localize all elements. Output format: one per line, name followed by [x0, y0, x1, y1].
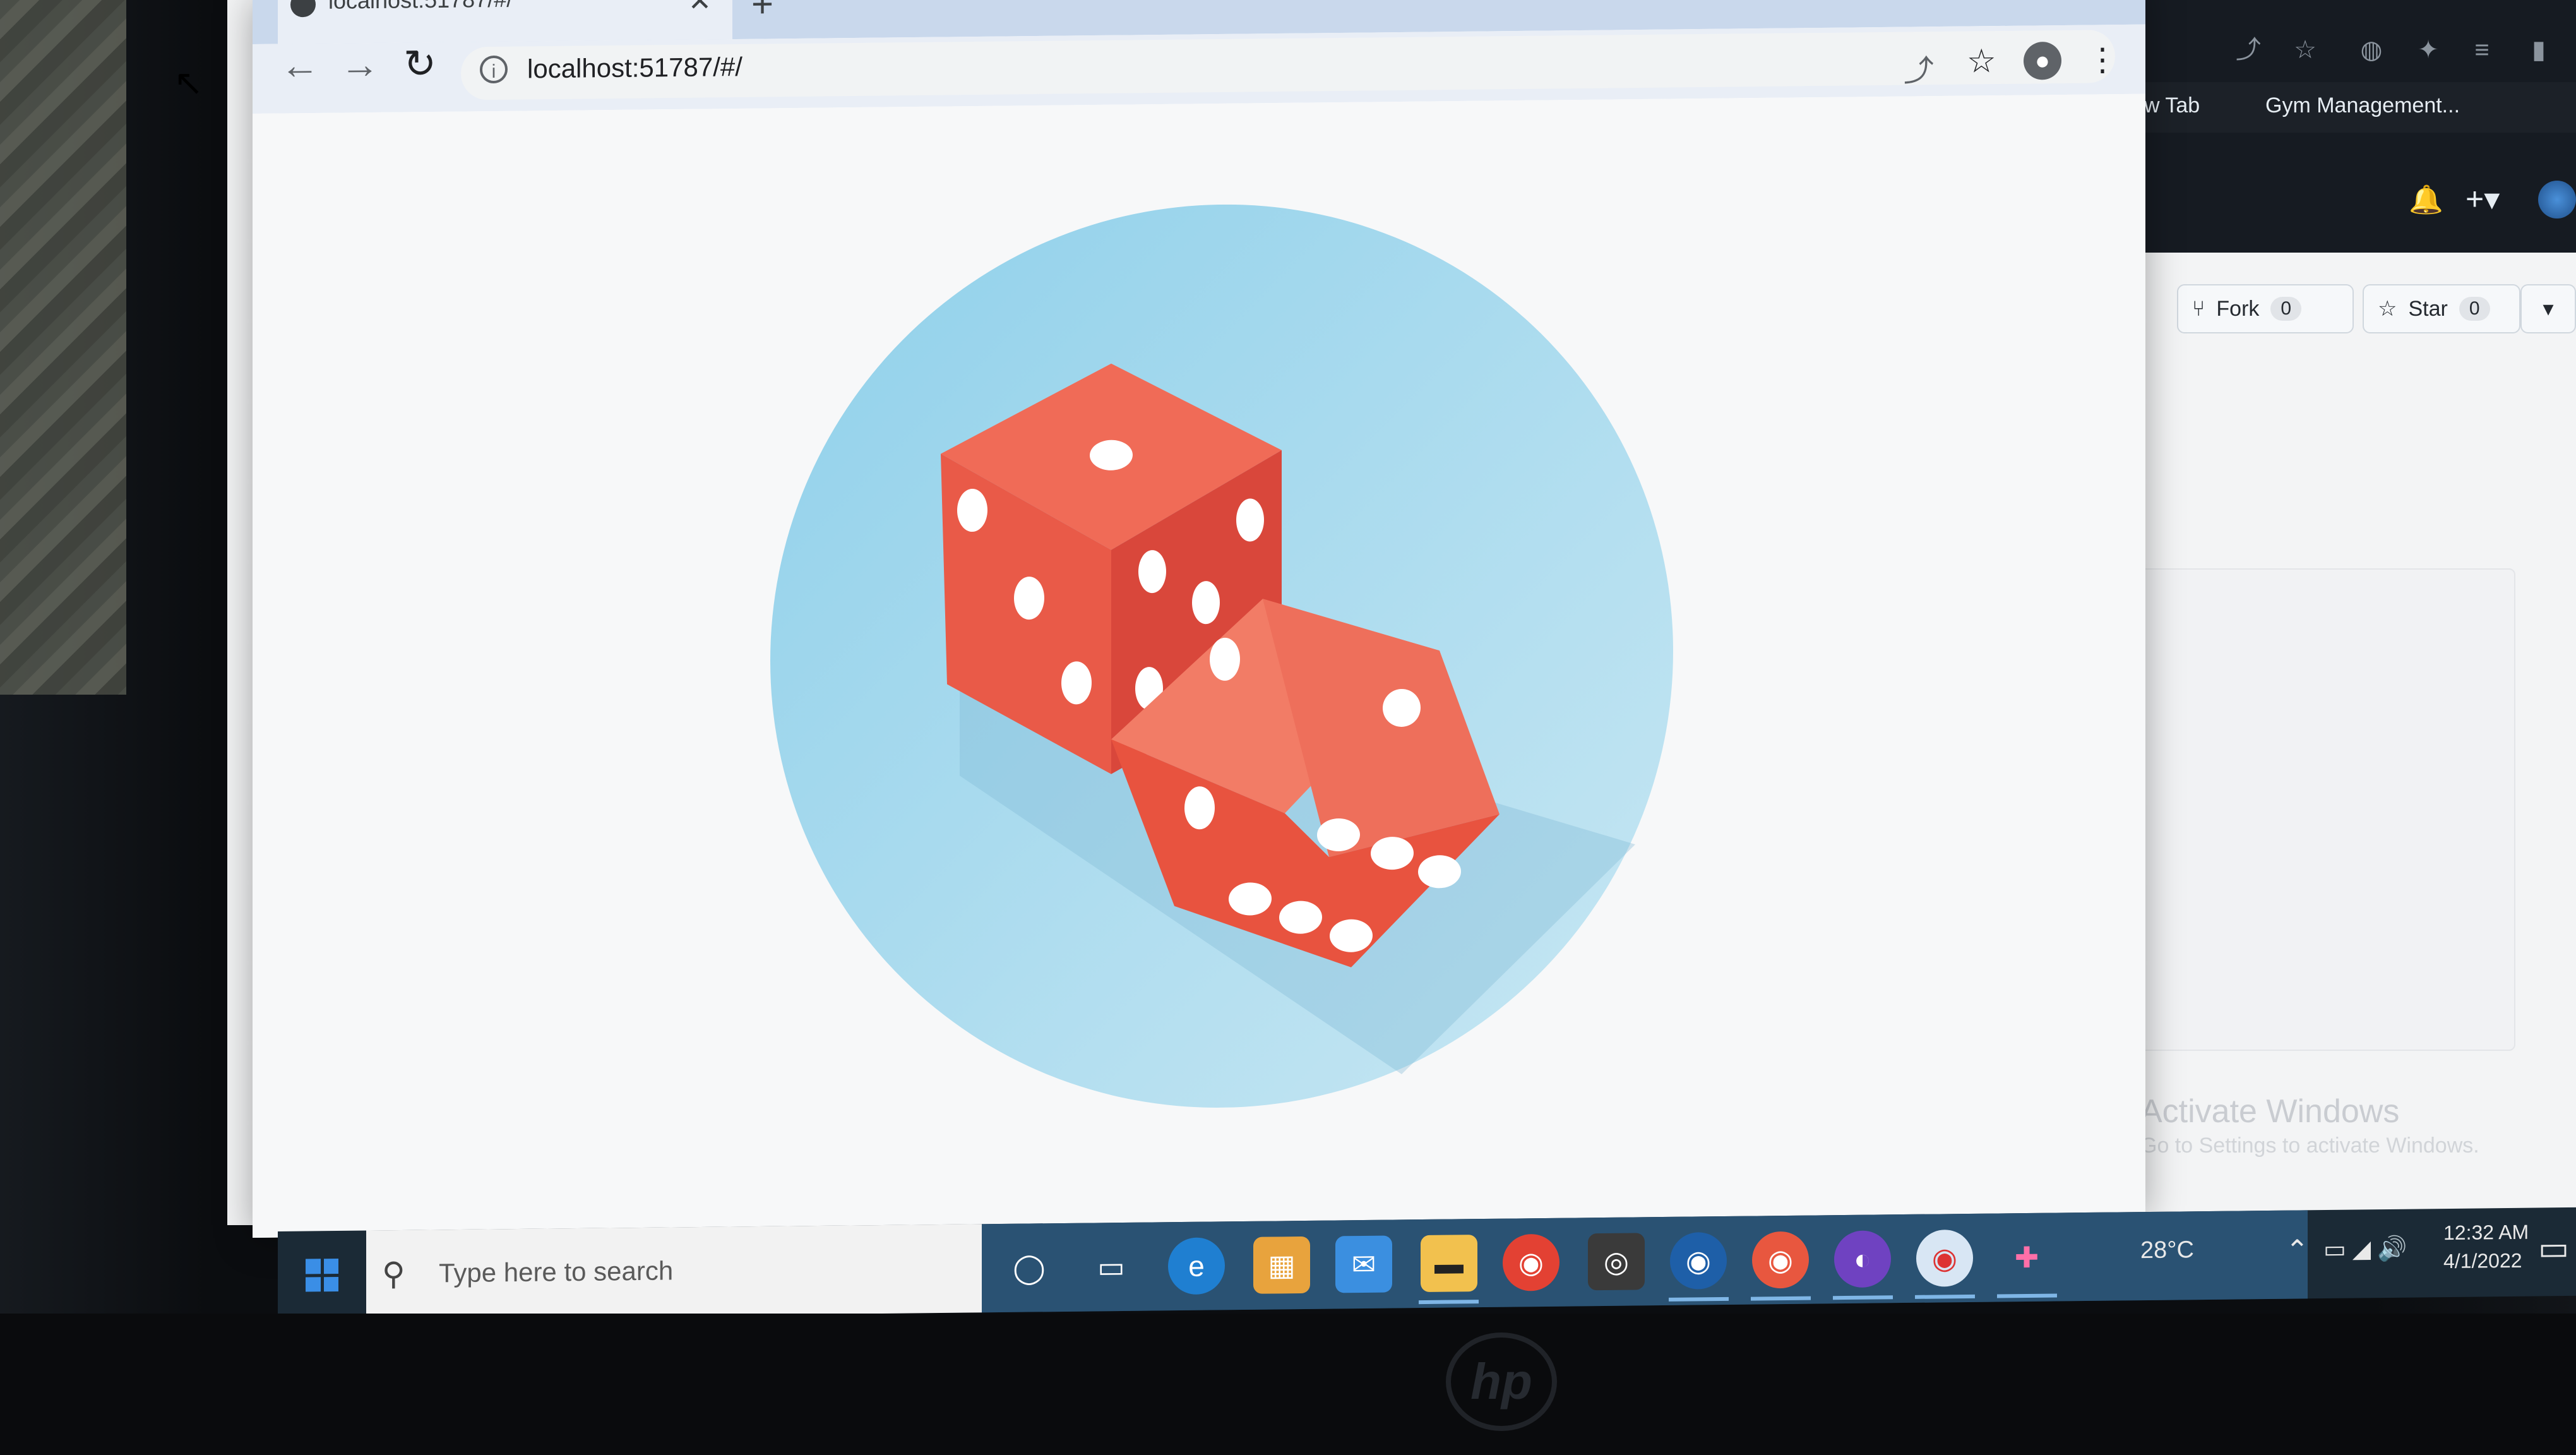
bell-icon[interactable]: 🔔: [2409, 183, 2443, 215]
star-outline-icon: ☆: [2378, 297, 2397, 321]
reload-icon[interactable]: ↻: [398, 42, 442, 87]
url-text[interactable]: localhost:51787/#/: [527, 52, 742, 85]
active-app-indicator: [1833, 1295, 1893, 1300]
weather-temperature[interactable]: 28°C: [2140, 1236, 2194, 1264]
search-icon: ⚲: [382, 1255, 405, 1292]
active-app-indicator: [1419, 1300, 1479, 1305]
die-pip: [1236, 498, 1264, 542]
fork-button[interactable]: ⑂ Fork 0: [2177, 284, 2354, 333]
start-button[interactable]: [278, 1231, 366, 1320]
bookmark-gym-management[interactable]: Gym Management...: [2265, 93, 2460, 118]
star-count: 0: [2459, 297, 2490, 321]
fork-label: Fork: [2216, 296, 2260, 321]
extensions-icon[interactable]: ✦: [2415, 37, 2442, 63]
die-pip: [1138, 550, 1166, 594]
browser-window: localhost:51787/#/ ✕ + ✕ ← → ↻ i localho…: [253, 0, 2145, 1238]
background-fabric: [0, 0, 126, 695]
bookmark-star-icon[interactable]: ☆: [1967, 42, 1996, 80]
reading-list-icon[interactable]: ≡: [2469, 37, 2495, 63]
star-icon[interactable]: ☆: [2292, 37, 2318, 63]
browser-menu-icon[interactable]: ⋮: [2087, 41, 2118, 78]
active-app-indicator: [1751, 1296, 1811, 1301]
taskbar-apps-area: ◯ ▭ e ▦ ✉ ▬ ◉ ◎ ◉ ◉ ◐ ◉ ✚: [982, 1210, 2308, 1313]
file-explorer-icon[interactable]: ▬: [1421, 1235, 1477, 1293]
search-placeholder[interactable]: Type here to search: [439, 1255, 673, 1288]
die-pip: [1061, 661, 1092, 705]
store-icon[interactable]: ▦: [1253, 1236, 1310, 1294]
mouse-cursor-icon: ↖: [174, 63, 203, 102]
notification-icon[interactable]: ▭: [2538, 1230, 2569, 1268]
tab-title[interactable]: localhost:51787/#/: [328, 0, 513, 15]
active-app-indicator: [1669, 1296, 1729, 1302]
share-page-icon[interactable]: ⤴: [1904, 45, 1934, 90]
globe-icon[interactable]: ◍: [2358, 37, 2385, 63]
cortana-icon[interactable]: ◯: [1001, 1239, 1058, 1296]
app-icon[interactable]: ◉: [1670, 1231, 1727, 1290]
clock-date[interactable]: 4/1/2022: [2443, 1249, 2522, 1273]
repository-panel: [2128, 568, 2515, 1051]
hp-logo: hp: [1446, 1332, 1557, 1431]
site-info-icon[interactable]: i: [480, 55, 508, 84]
star-dropdown-button[interactable]: ▾: [2520, 284, 2576, 333]
edge-icon[interactable]: e: [1168, 1237, 1225, 1295]
mail-icon[interactable]: ✉: [1335, 1235, 1392, 1293]
dice-illustration: [770, 204, 1673, 1108]
windows-icon: [306, 1258, 338, 1292]
bookmark-new-tab[interactable]: w Tab: [2144, 93, 2200, 118]
active-app-indicator: [1915, 1294, 1975, 1299]
new-tab-button[interactable]: +: [751, 0, 773, 26]
task-view-icon[interactable]: ▭: [1083, 1238, 1140, 1296]
avatar[interactable]: [2538, 181, 2576, 219]
create-new-menu[interactable]: +▾: [2466, 181, 2500, 217]
activate-windows-watermark: Activate Windows: [2140, 1093, 2400, 1130]
chrome-icon[interactable]: ◉: [1916, 1229, 1973, 1287]
star-button[interactable]: ☆ Star 0: [2363, 284, 2520, 333]
die-pip: [1014, 577, 1044, 620]
die-pip: [1192, 581, 1220, 625]
fork-count: 0: [2270, 297, 2302, 321]
page-viewport: [253, 93, 2145, 1238]
die-pip: [1210, 637, 1240, 681]
github-desktop-icon[interactable]: ◐: [1834, 1230, 1891, 1288]
die-pip: [1184, 786, 1215, 830]
activate-windows-subtitle: Go to Settings to activate Windows.: [2140, 1134, 2479, 1158]
clock-time[interactable]: 12:32 AM: [2443, 1221, 2529, 1245]
laptop-lower-bezel: [0, 1314, 2576, 1455]
chrome-icon[interactable]: ◉: [1752, 1231, 1809, 1289]
window-close-icon[interactable]: ✕: [2090, 0, 2116, 4]
forward-icon[interactable]: →: [338, 43, 382, 88]
camera-icon[interactable]: ◎: [1588, 1233, 1645, 1291]
tray-status-icons[interactable]: ▭◢🔊: [2323, 1235, 2413, 1264]
chevron-down-icon: ▾: [2543, 297, 2554, 321]
star-label: Star: [2408, 296, 2448, 321]
active-app-indicator: [1997, 1293, 2057, 1298]
back-icon[interactable]: ←: [278, 44, 322, 88]
app-icon[interactable]: ✚: [1998, 1229, 2055, 1286]
profile-icon[interactable]: ●: [2024, 41, 2061, 80]
chevron-up-icon[interactable]: ⌃: [2286, 1234, 2309, 1266]
chrome-icon[interactable]: ◉: [1503, 1233, 1559, 1291]
side-panel-icon[interactable]: ▮: [2525, 37, 2552, 63]
tab-close-icon[interactable]: ✕: [688, 0, 712, 18]
die-pip: [957, 489, 987, 532]
share-icon[interactable]: ⤴: [2235, 37, 2262, 63]
fork-icon: ⑂: [2192, 296, 2205, 321]
